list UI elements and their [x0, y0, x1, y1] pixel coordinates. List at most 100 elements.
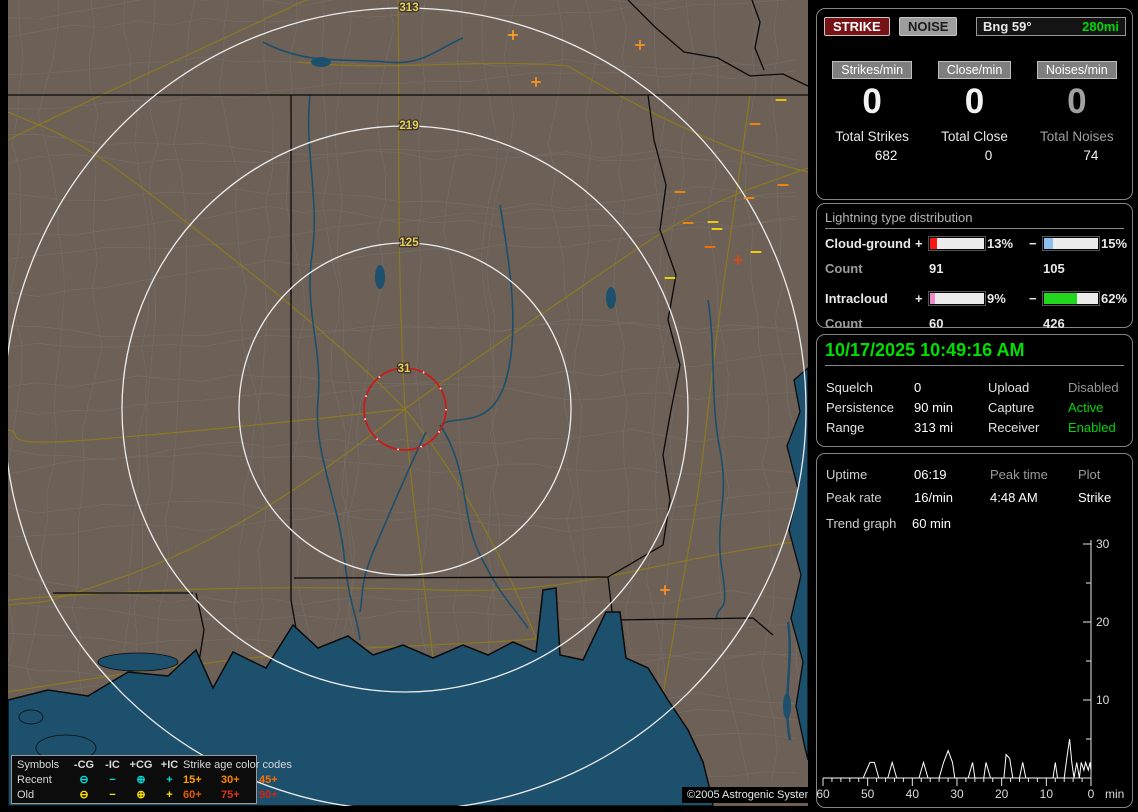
bar-fill: [1044, 293, 1077, 304]
status-label: Receiver: [988, 420, 1068, 435]
svg-text:60: 60: [817, 787, 830, 801]
distribution-panel: Lightning type distribution Cloud-ground…: [816, 203, 1133, 328]
svg-text:10: 10: [1096, 693, 1110, 707]
rate-counter-column: Strikes/min0Total Strikes682: [821, 61, 923, 163]
legend-header: +IC: [156, 759, 183, 771]
legend-header: -CG: [69, 759, 99, 771]
status-state: Active: [1068, 400, 1126, 415]
plus-sign: +: [915, 291, 929, 306]
map-canvas[interactable]: 31125219313 Symbols-CG-IC+CG+ICStrike ag…: [8, 0, 808, 806]
trend-chart: 1020300102030405060min: [817, 454, 1130, 805]
plus-sign: +: [915, 236, 929, 251]
legend-header: +CG: [126, 759, 156, 771]
legend-row: Old⊖−⊕+60+75+90+: [12, 787, 256, 802]
pos-percent: 13%: [987, 236, 1029, 251]
noise-button[interactable]: NOISE: [899, 17, 957, 36]
rate-counter-column: Noises/min0Total Noises74: [1026, 61, 1128, 163]
status-label: Upload: [988, 380, 1068, 395]
strike-stats-panel: STRIKE NOISE Bng 59° 280mi Strikes/min0T…: [816, 8, 1133, 200]
status-value: 313 mi: [914, 420, 988, 435]
neg-percent: 62%: [1101, 291, 1138, 306]
total-label: Total Noises: [1026, 129, 1128, 144]
count-row: Count 91 105: [825, 256, 1130, 281]
minus-sign: −: [1029, 291, 1043, 306]
total-value: 74: [1040, 148, 1138, 163]
datetime-display: 10/17/2025 10:49:16 AM: [825, 340, 1124, 366]
pos-count: 60: [929, 316, 987, 331]
distribution-bar: [929, 292, 985, 305]
neg-count: 105: [1043, 261, 1101, 276]
age-code: 45+: [259, 774, 297, 786]
rate-value: 0: [923, 82, 1025, 122]
type-name: Cloud-ground: [825, 236, 915, 251]
copyright: ©2005 Astrogenic Systems: [682, 787, 808, 803]
status-label: Range: [826, 420, 914, 435]
pos-count: 91: [929, 261, 987, 276]
distribution-bar: [1043, 237, 1099, 250]
neg-ic-symbol: −: [99, 774, 126, 786]
count-label: Count: [825, 261, 915, 276]
age-code: 75+: [221, 789, 259, 801]
distribution-rows: Cloud-ground+13%−15%Count91105Intracloud…: [825, 231, 1130, 336]
status-panel: 10/17/2025 10:49:16 AM Squelch0UploadDis…: [816, 334, 1133, 447]
total-label: Total Strikes: [821, 129, 923, 144]
rate-value: 0: [1026, 82, 1128, 122]
lightning-map: 31125219313: [8, 0, 808, 806]
pos-cg-symbol: ⊕: [126, 788, 156, 801]
neg-count: 426: [1043, 316, 1101, 331]
rate-counters: Strikes/min0Total Strikes682Close/min0To…: [821, 61, 1128, 163]
svg-text:20: 20: [995, 787, 1009, 801]
legend-header: Symbols: [17, 759, 69, 771]
pos-cg-symbol: ⊕: [126, 773, 156, 786]
svg-text:min: min: [1105, 787, 1124, 801]
status-row: Range313 miReceiverEnabled: [826, 417, 1126, 437]
svg-text:20: 20: [1096, 615, 1110, 629]
age-code: 90+: [259, 789, 297, 801]
status-label: Capture: [988, 400, 1068, 415]
pos-percent: 9%: [987, 291, 1029, 306]
status-row: Persistence90 minCaptureActive: [826, 397, 1126, 417]
ring-label-313: 313: [399, 2, 418, 14]
total-value: 682: [835, 148, 937, 163]
bar-fill: [930, 293, 935, 304]
type-name: Intracloud: [825, 291, 915, 306]
pos-ic-symbol: +: [156, 774, 183, 786]
legend-row-label: Old: [17, 789, 69, 801]
rate-label: Strikes/min: [832, 61, 912, 79]
range-value: 280mi: [1082, 19, 1119, 34]
bearing-range-display: Bng 59° 280mi: [976, 17, 1126, 36]
status-state: Disabled: [1068, 380, 1126, 395]
legend-row: Recent⊖−⊕+15+30+45+: [12, 772, 256, 787]
status-row: Squelch0UploadDisabled: [826, 377, 1126, 397]
strike-button[interactable]: STRIKE: [824, 17, 890, 36]
app-window: 31125219313 Symbols-CG-IC+CG+ICStrike ag…: [0, 0, 1138, 812]
distribution-title: Lightning type distribution: [825, 210, 1124, 229]
distribution-row: Intracloud+9%−62%: [825, 286, 1130, 311]
count-row: Count60426: [825, 311, 1130, 336]
svg-text:0: 0: [1088, 787, 1095, 801]
status-value: 0: [914, 380, 988, 395]
svg-text:30: 30: [950, 787, 964, 801]
distribution-bar: [929, 237, 985, 250]
status-state: Enabled: [1068, 420, 1126, 435]
bar-fill: [1044, 238, 1053, 249]
ring-label-31: 31: [398, 363, 411, 375]
bar-fill: [930, 238, 937, 249]
legend-row-label: Recent: [17, 774, 69, 786]
rate-label: Close/min: [938, 61, 1012, 79]
svg-text:10: 10: [1040, 787, 1054, 801]
neg-cg-symbol: ⊖: [69, 788, 99, 801]
status-label: Persistence: [826, 400, 914, 415]
total-value: 0: [937, 148, 1039, 163]
status-label: Squelch: [826, 380, 914, 395]
neg-percent: 15%: [1101, 236, 1138, 251]
legend-header: -IC: [99, 759, 126, 771]
rate-counter-column: Close/min0Total Close0: [923, 61, 1025, 163]
status-value: 90 min: [914, 400, 988, 415]
neg-cg-symbol: ⊖: [69, 773, 99, 786]
legend-header-row: Symbols-CG-IC+CG+ICStrike age color code…: [12, 757, 256, 772]
rate-value: 0: [821, 82, 923, 122]
svg-text:50: 50: [861, 787, 875, 801]
neg-ic-symbol: −: [99, 789, 126, 801]
rate-label: Noises/min: [1037, 61, 1117, 79]
